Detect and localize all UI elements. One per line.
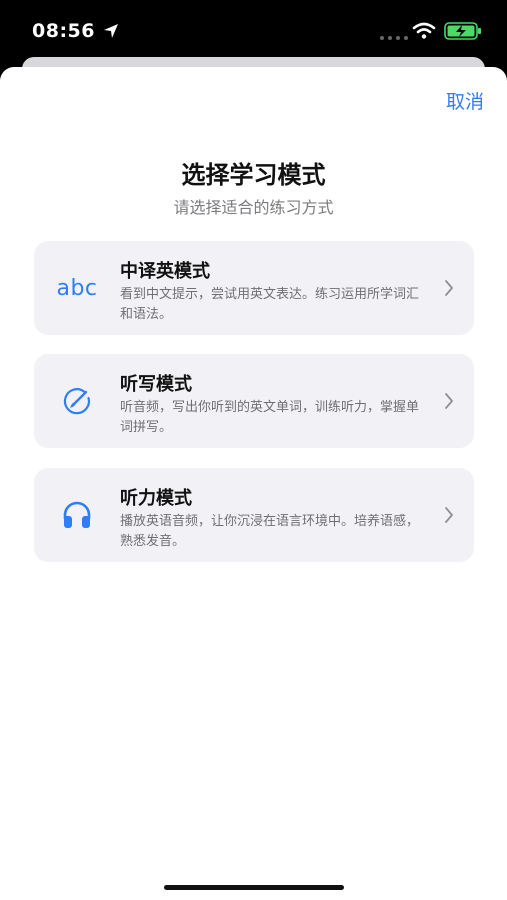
page-title: 选择学习模式	[181, 161, 326, 189]
mode-description: 听音频，写出你听到的英文单词，训练听力，掌握单词拼写。	[120, 400, 420, 435]
mode-description: 看到中文提示，尝试用英文表达。练习运用所学词汇和语法。	[120, 287, 420, 322]
abc-icon: abc	[56, 275, 98, 301]
signal-dots-icon	[380, 36, 408, 40]
chevron-right-icon	[445, 393, 453, 409]
home-indicator[interactable]	[164, 885, 344, 890]
pencil-circle-icon	[50, 384, 104, 418]
mode-selection-sheet: 取消 选择学习模式 请选择适合的练习方式 abc 中译英模式 看到中文提示，尝试…	[0, 67, 507, 900]
battery-charging-icon	[444, 22, 481, 40]
mode-card-listening[interactable]: 听力模式 播放英语音频，让你沉浸在语言环境中。培养语感，熟悉发音。	[34, 468, 474, 562]
status-time: 08:56	[32, 20, 95, 42]
status-bar: 08:56	[0, 0, 507, 62]
mode-card-translation[interactable]: abc 中译英模式 看到中文提示，尝试用英文表达。练习运用所学词汇和语法。	[34, 241, 474, 335]
mode-card-dictation[interactable]: 听写模式 听音频，写出你听到的英文单词，训练听力，掌握单词拼写。	[34, 354, 474, 448]
mode-title: 听力模式	[120, 488, 192, 509]
location-arrow-icon	[104, 24, 118, 38]
cancel-button[interactable]: 取消	[446, 87, 484, 114]
headphones-icon	[50, 498, 104, 532]
mode-title: 中译英模式	[120, 261, 210, 282]
mode-description: 播放英语音频，让你沉浸在语言环境中。培养语感，熟悉发音。	[120, 514, 420, 549]
mode-title: 听写模式	[120, 374, 192, 395]
chevron-right-icon	[445, 507, 453, 523]
wifi-icon	[412, 22, 436, 39]
page-subtitle: 请选择适合的练习方式	[173, 198, 334, 217]
chevron-right-icon	[445, 280, 453, 296]
